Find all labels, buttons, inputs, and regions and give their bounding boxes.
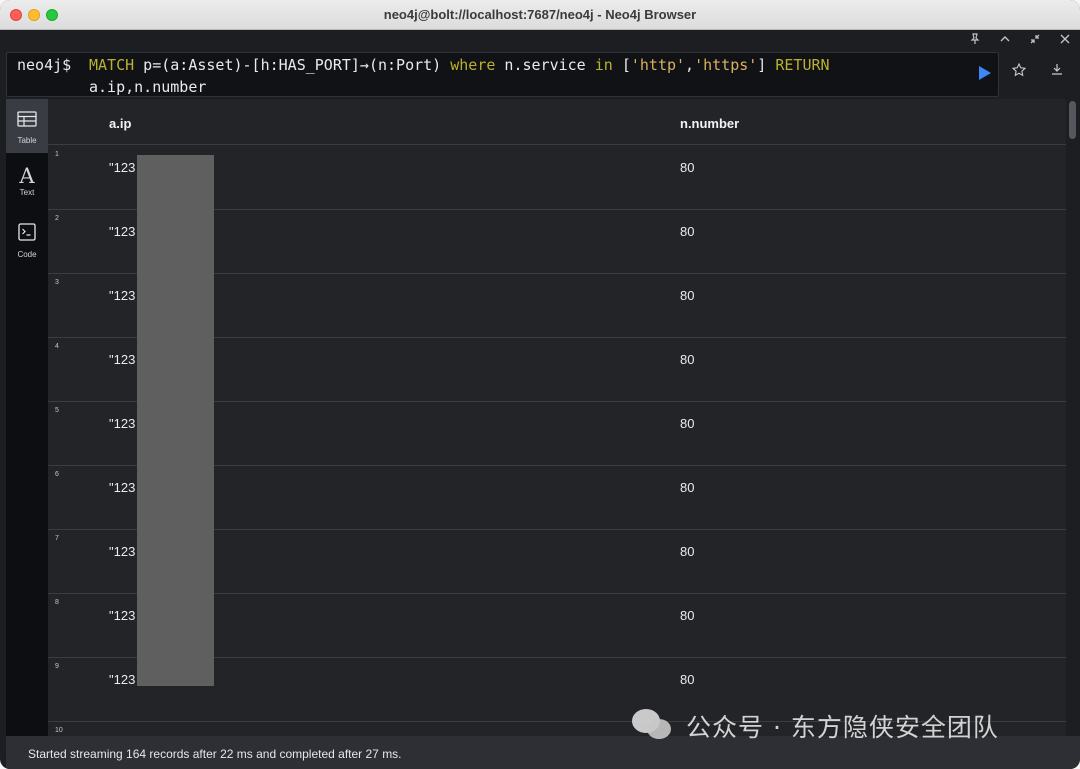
run-query-icon[interactable]: [979, 66, 991, 80]
watermark: 公众号 · 东方隐侠安全团队: [632, 706, 999, 746]
query-line-2[interactable]: a.ip,n.number: [89, 76, 206, 98]
cell-ip: "123: [109, 160, 136, 175]
cell-port: 80: [680, 544, 695, 559]
query-line-1[interactable]: MATCH p=(a:Asset)-[h:HAS_PORT]→(n:Port) …: [89, 54, 830, 76]
pin-icon[interactable]: [967, 33, 983, 48]
download-icon[interactable]: [1047, 63, 1067, 79]
cell-ip: "123: [109, 672, 136, 687]
view-tab-table[interactable]: Table: [6, 99, 48, 153]
results-table: a.ip n.number 1 "123 80 2 "123 80 3 "123…: [48, 99, 1066, 736]
view-tab-label: Code: [17, 250, 37, 259]
cell-ip: "123: [109, 544, 136, 559]
row-number: 6: [55, 471, 59, 478]
cell-port: 80: [680, 160, 695, 175]
query-editor[interactable]: neo4j$ MATCH p=(a:Asset)-[h:HAS_PORT]→(n…: [6, 52, 999, 97]
kw-match: MATCH: [89, 56, 135, 74]
status-message: Started streaming 164 records after 22 m…: [28, 747, 402, 761]
star-icon[interactable]: [1009, 62, 1029, 81]
list-comma: ,: [685, 56, 695, 74]
row-number: 2: [55, 215, 59, 222]
cell-port: 80: [680, 480, 695, 495]
watermark-text: 公众号 · 东方隐侠安全团队: [686, 713, 999, 742]
view-tab-label: Table: [17, 136, 37, 145]
row-number: 9: [55, 663, 59, 670]
cell-port: 80: [680, 352, 695, 367]
cell-port: 80: [680, 608, 695, 623]
row-number: 8: [55, 599, 59, 606]
row-number: 10: [55, 727, 63, 734]
chevron-up-icon[interactable]: [997, 33, 1013, 47]
query-prop: n.service: [495, 56, 595, 74]
result-view-bar: Table A Text Code: [6, 99, 48, 736]
column-header-ip: a.ip: [109, 116, 132, 131]
list-close: ]: [757, 56, 776, 74]
editor-prompt: neo4j$: [17, 56, 72, 74]
cell-ip: "123: [109, 480, 136, 495]
column-header-number: n.number: [680, 116, 740, 131]
query-pattern: p=(a:Asset)-[h:HAS_PORT]→(n:Port): [134, 56, 451, 74]
title-bar: neo4j@bolt://localhost:7687/neo4j - Neo4…: [0, 0, 1080, 30]
scrollbar-track[interactable]: [1066, 99, 1080, 736]
row-number: 3: [55, 279, 59, 286]
list-open: [: [612, 56, 631, 74]
text-icon: A: [19, 164, 35, 188]
close-icon[interactable]: [1057, 33, 1073, 47]
cell-port: 80: [680, 672, 695, 687]
row-number: 5: [55, 407, 59, 414]
view-tab-text[interactable]: A Text: [6, 155, 48, 209]
frame-controls: [0, 30, 1080, 52]
kw-in: in: [594, 56, 613, 74]
cell-port: 80: [680, 224, 695, 239]
string-http: 'http': [630, 56, 686, 74]
neo4j-browser-window: neo4j@bolt://localhost:7687/neo4j - Neo4…: [0, 0, 1080, 769]
row-number: 1: [55, 151, 59, 158]
cell-ip: "123: [109, 608, 136, 623]
table-header: a.ip n.number: [48, 99, 1066, 145]
cell-ip: "123: [109, 288, 136, 303]
view-tab-code[interactable]: Code: [6, 211, 48, 265]
wechat-icon: [632, 709, 674, 743]
cell-port: 80: [680, 288, 695, 303]
kw-return: RETURN: [775, 56, 830, 74]
row-number: 7: [55, 535, 59, 542]
row-number: 4: [55, 343, 59, 350]
cell-ip: "123: [109, 352, 136, 367]
window-title: neo4j@bolt://localhost:7687/neo4j - Neo4…: [383, 7, 697, 22]
cell-port: 80: [680, 416, 695, 431]
view-tab-label: Text: [19, 188, 35, 197]
cell-ip: "123: [109, 224, 136, 239]
scrollbar-thumb[interactable]: [1069, 101, 1076, 139]
table-icon: [6, 111, 48, 132]
kw-where: where: [450, 56, 496, 74]
cell-ip: "123: [109, 416, 136, 431]
shrink-icon[interactable]: [1027, 33, 1043, 47]
code-icon: [6, 223, 48, 246]
redaction-block: [137, 155, 214, 686]
string-https: 'https': [694, 56, 758, 74]
